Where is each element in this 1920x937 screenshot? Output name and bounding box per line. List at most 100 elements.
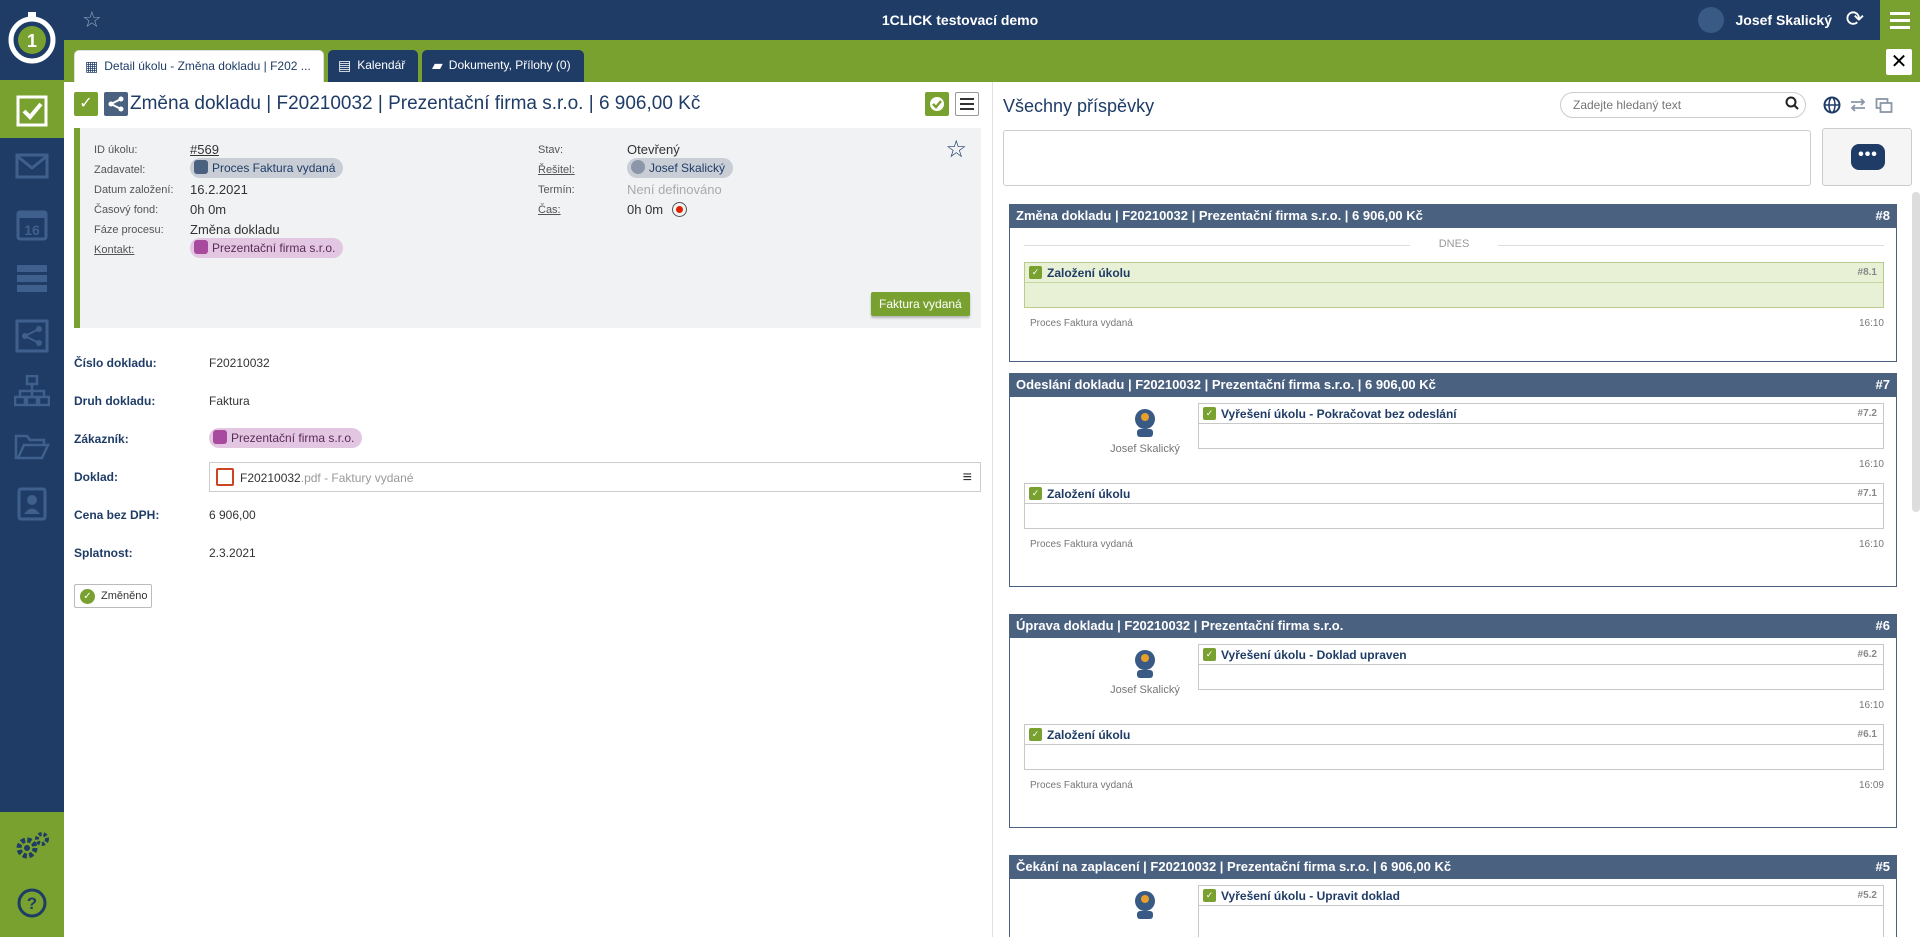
cena-label: Cena bez DPH: [74,508,160,522]
faktura-vydana-button[interactable]: Faktura vydaná [871,292,970,316]
tab-documents[interactable]: ▰ Dokumenty, Přílohy (0) [422,50,584,82]
doklad-attachment[interactable]: F20210032.pdf - Faktury vydané ≡ [209,462,981,492]
resitel-label[interactable]: Řešitel: [538,164,575,176]
post-entry-title: Vyřešení úkolu - Upravit doklad [1221,889,1400,903]
send-post-button[interactable]: ••• [1822,128,1912,186]
post-entry[interactable]: ✓ Vyřešení úkolu - Pokračovat bez odeslán… [1198,403,1884,449]
post-time: 16:10 [1858,700,1884,711]
post-entry[interactable]: ✓ Založení úkolu #7.1 [1024,483,1884,529]
globe-icon[interactable] [1823,96,1841,114]
new-post-input[interactable] [1003,130,1811,186]
contact-icon [194,240,208,254]
tab-task-detail[interactable]: ▦ Detail úkolu - Změna dokladu | F202 ... [74,50,324,82]
post-author: Josef Skalický [1090,644,1200,696]
refresh-icon[interactable]: ⟳ [1846,7,1864,31]
datum-value: 16.2.2021 [190,182,248,197]
app-logo[interactable]: 1 [0,0,64,80]
post-author-name: Josef Skalický [1110,684,1180,696]
kontakt-label[interactable]: Kontakt: [94,244,134,256]
changed-button[interactable]: ✓ Změněno [74,584,152,608]
status-ok-button[interactable] [925,92,949,116]
post-source: Proces Faktura vydaná [1030,780,1133,791]
process-icon [15,319,49,353]
check-icon: ✓ [1029,728,1042,741]
post-group-title[interactable]: Čekání na zaplacení | F20210032 | Prezen… [1016,859,1451,874]
close-tab-button[interactable]: ✕ [1886,49,1912,75]
zakaznik-pill[interactable]: Prezentační firma s.r.o. [209,428,363,448]
search-input[interactable] [1560,92,1806,118]
zakaznik-label: Zákazník: [74,432,129,446]
post-group-title[interactable]: Odeslání dokladu | F20210032 | Prezentač… [1016,377,1436,392]
post-author-name: Josef Skalický [1110,443,1180,455]
resolved-icon: ✓ [1203,407,1216,420]
sidebar-item-organization[interactable] [0,362,64,418]
post-entry[interactable]: ✓ Založení úkolu #6.1 [1024,724,1884,770]
user-avatar[interactable] [1698,7,1724,33]
svg-text:1: 1 [27,31,37,51]
stopwatch-logo-icon: 1 [8,12,56,64]
svg-text:?: ? [27,894,37,913]
windows-icon[interactable] [1875,96,1893,114]
sidebar-item-folders[interactable] [0,418,64,474]
main-menu-button[interactable] [1880,0,1920,40]
gears-icon [16,832,49,859]
post-group-title[interactable]: Úprava dokladu | F20210032 | Prezentační… [1016,618,1343,633]
zadavatel-pill[interactable]: Proces Faktura vydaná [190,158,344,178]
cislo-value: F20210032 [209,356,270,370]
calendar-icon: 16 [16,210,48,241]
post-entry-number: #8.1 [1857,267,1877,278]
sidebar-item-calendar[interactable]: 16 [0,194,64,250]
record-time-button[interactable] [672,202,687,217]
process-button[interactable] [104,92,128,116]
scrollbar[interactable] [1912,192,1920,512]
termin-label: Termín: [538,184,575,196]
resitel-pill[interactable]: Josef Skalický [627,158,734,178]
task-detail-panel: ✓ Změna dokladu | F20210032 | Prezentačn… [64,82,991,937]
sidebar-item-processes[interactable] [0,306,64,362]
post-time: 16:10 [1858,318,1884,329]
post-entry-title: Založení úkolu [1047,728,1131,742]
fond-label: Časový fond: [94,204,159,216]
kontakt-pill[interactable]: Prezentační firma s.r.o. [190,238,344,258]
favorite-star-icon[interactable]: ☆ [945,138,967,162]
post-entry-number: #7.1 [1857,488,1877,499]
post-entry[interactable]: ✓ Vyřešení úkolu - Upravit doklad #5.2 [1198,885,1884,937]
folder-icon [14,434,50,460]
cislo-label: Číslo dokladu: [74,356,157,370]
druh-value: Faktura [209,394,250,408]
task-id-link[interactable]: #569 [190,142,219,157]
sidebar-item-list[interactable] [0,250,64,306]
post-entry-title: Vyřešení úkolu - Doklad upraven [1221,648,1407,662]
tab-calendar[interactable]: ▤ Kalendář [328,50,418,82]
task-menu-button[interactable] [955,92,979,116]
post-time: 16:10 [1858,459,1884,470]
sidebar-item-contacts[interactable] [0,474,64,530]
calendar-icon: ▤ [338,57,352,73]
sidebar-item-tasks[interactable] [0,82,64,138]
post-group-title[interactable]: Změna dokladu | F20210032 | Prezentační … [1016,208,1423,223]
post-group-number: #6 [1875,618,1890,633]
sidebar-item-mail[interactable] [0,138,64,194]
process-icon [194,160,208,174]
user-name[interactable]: Josef Skalický [1735,12,1832,28]
cas-label[interactable]: Čas: [538,204,561,216]
complete-task-button[interactable]: ✓ [74,92,98,116]
check-circle-icon: ✓ [80,589,95,604]
post-entry[interactable]: ✓ Vyřešení úkolu - Doklad upraven #6.2 [1198,644,1884,690]
druh-label: Druh dokladu: [74,394,156,408]
sidebar-item-settings[interactable] [0,818,64,874]
org-chart-icon [13,374,51,407]
sidebar-bottom: ? [0,812,64,937]
check-icon: ✓ [1029,487,1042,500]
swap-icon[interactable] [1849,96,1867,114]
post-entry[interactable]: ✓ Založení úkolu #8.1 [1024,262,1884,308]
search-icon[interactable] [1785,96,1799,110]
splatnost-value: 2.3.2021 [209,546,256,560]
app-title: 1CLICK testovací demo [881,12,1039,28]
sidebar-item-help[interactable]: ? [0,874,64,930]
doklad-filename[interactable]: F20210032 [240,471,301,485]
record-dot-icon [675,205,683,213]
post-group-number: #7 [1875,377,1890,392]
attachment-menu-icon[interactable]: ≡ [963,469,972,487]
folder-icon: ▰ [432,57,443,73]
